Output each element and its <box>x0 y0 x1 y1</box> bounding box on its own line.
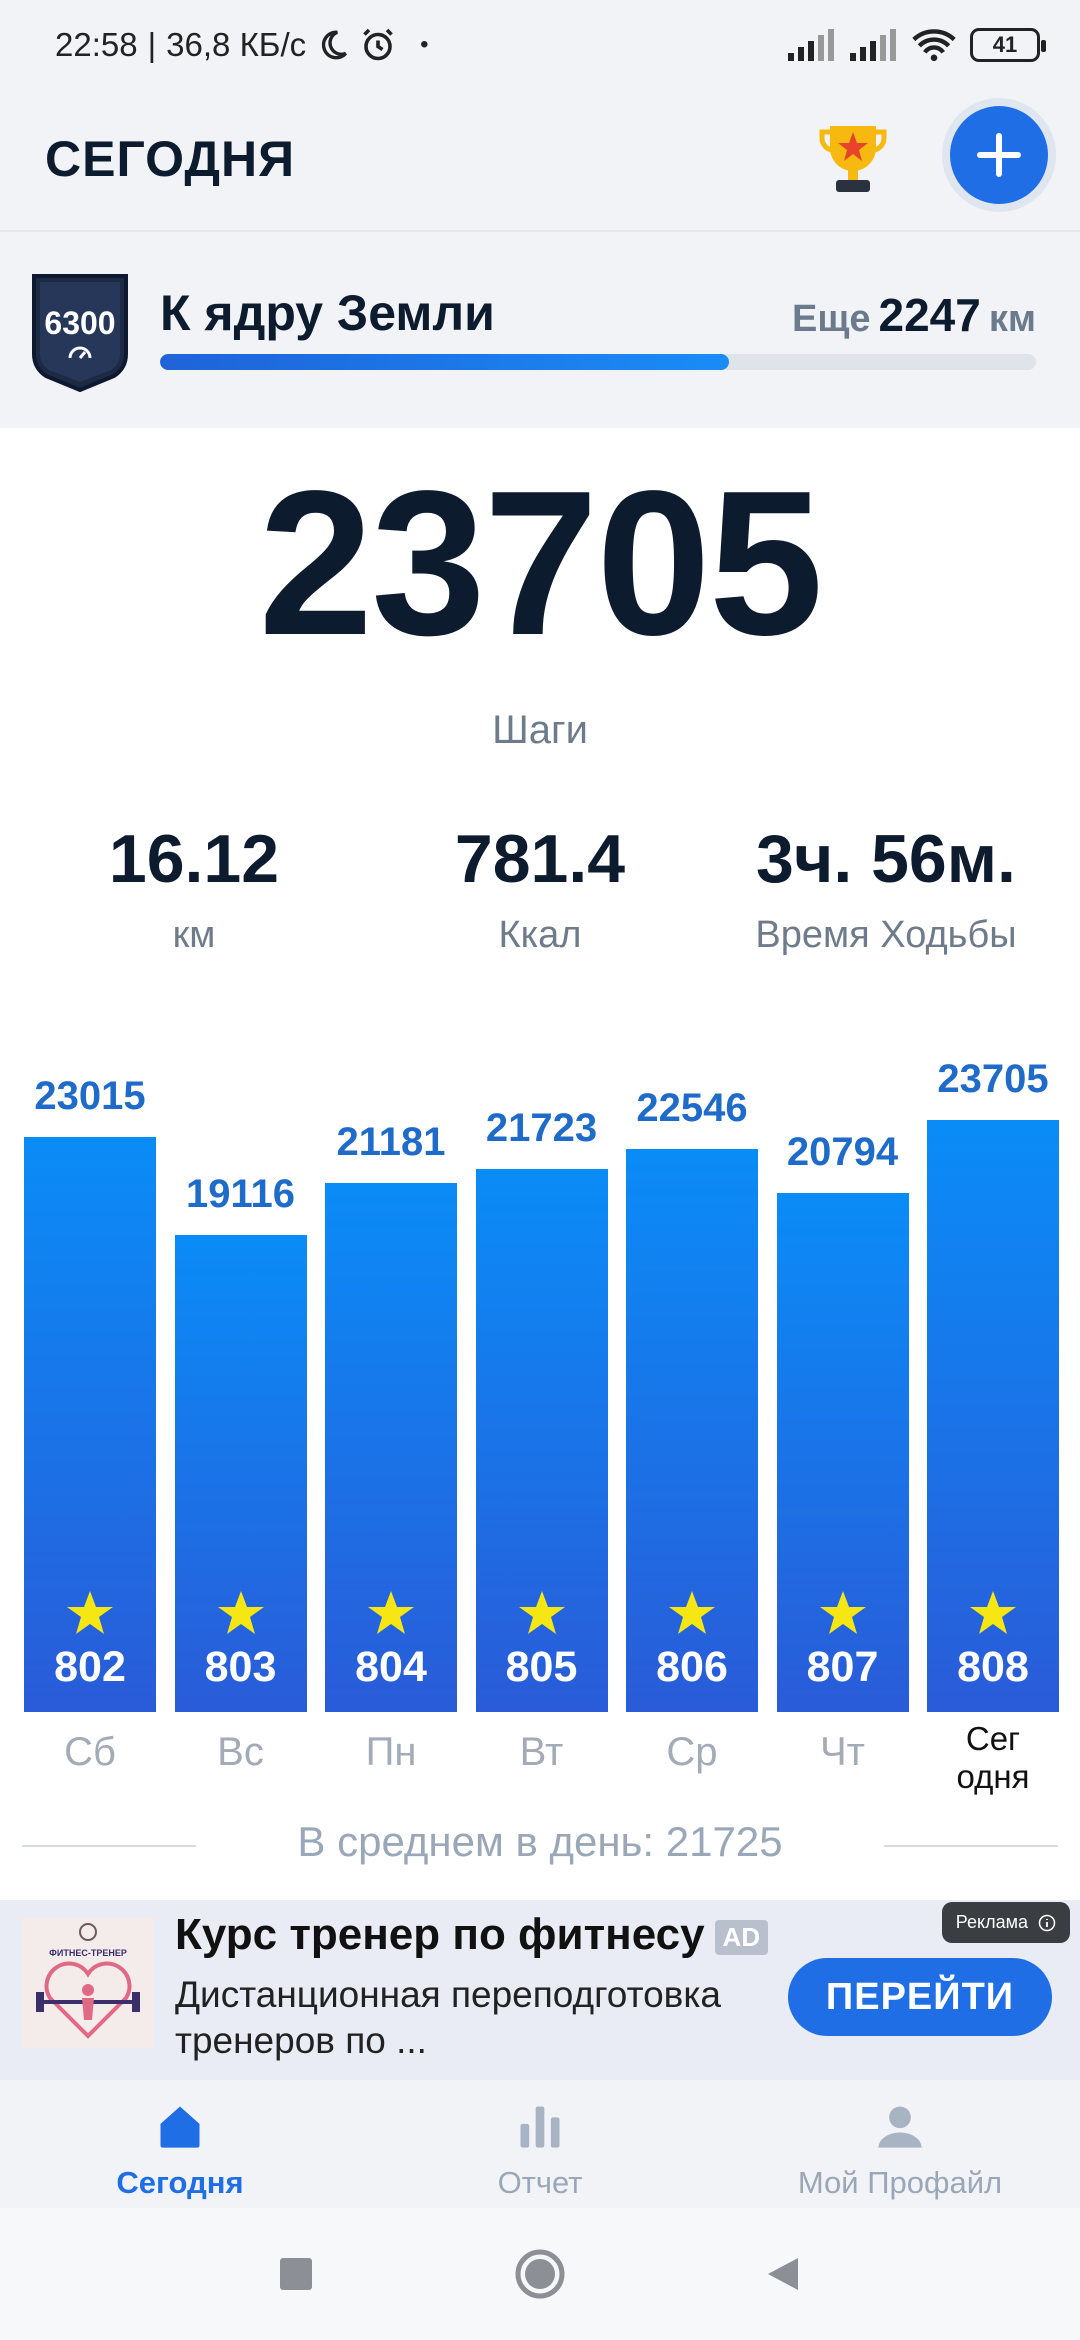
bottom-navigation: Сегодня Отчет Мой Профайл <box>0 2080 1080 2208</box>
bar-star-count: 805 <box>505 1643 578 1691</box>
bar-star-count: 804 <box>355 1643 427 1691</box>
weekly-steps-chart: 23015 802 Сб 19116 803 Вс 21181 804 Пн 21723 805 Вт… <box>0 1030 1080 1810</box>
steps-count: 23705 <box>258 448 824 678</box>
ad-image: ФИТНЕС-ТРЕНЕР <box>22 1918 154 2048</box>
nav-tab-today[interactable]: Сегодня <box>0 2100 360 2201</box>
alarm-icon <box>363 28 393 61</box>
add-button[interactable] <box>950 106 1048 204</box>
ad-label[interactable]: Реклама <box>941 1902 1070 1943</box>
bar-star-count: 808 <box>957 1643 1029 1691</box>
challenge-title: К ядру Земли <box>160 285 495 341</box>
chart-bar-column[interactable]: 21723 805 <box>475 1106 608 1712</box>
signal-icon <box>850 29 896 61</box>
info-icon <box>1038 1914 1056 1931</box>
chart-day-label: Сег одня <box>956 1720 1030 1795</box>
chart-bar-column[interactable]: 21181 804 <box>325 1120 457 1712</box>
chart-day-label: Сб <box>64 1730 116 1774</box>
back-button[interactable] <box>762 2254 802 2294</box>
chart-bar-column[interactable]: 23705 808 <box>927 1057 1059 1712</box>
bar-value-label: 21723 <box>485 1106 598 1150</box>
chart-day-label: Вт <box>519 1730 564 1774</box>
distance-stat: 16.12 км <box>108 821 280 956</box>
home-button[interactable] <box>514 2248 566 2300</box>
home-icon <box>160 2106 200 2148</box>
ad-banner[interactable]: ФИТНЕС-ТРЕНЕР Курс тренер по фитнесу AD Д… <box>0 1900 1080 2080</box>
bar-value-label: 21181 <box>336 1120 446 1164</box>
star-icon <box>819 1591 866 1634</box>
bar-star-count: 802 <box>54 1643 126 1691</box>
system-navigation-bar <box>0 2208 1080 2340</box>
divider <box>884 1845 1058 1847</box>
bar-star-count: 807 <box>806 1643 879 1691</box>
bar-value-label: 22546 <box>636 1086 748 1130</box>
nav-tab-profile[interactable]: Мой Профайл <box>720 2100 1080 2201</box>
profile-icon <box>878 2106 922 2148</box>
plus-icon <box>977 133 1021 177</box>
star-icon <box>67 1591 113 1634</box>
challenge-progress-fill <box>160 354 730 370</box>
ad-cta-button[interactable]: ПЕРЕЙТИ <box>788 1958 1052 2036</box>
star-icon <box>217 1591 264 1634</box>
battery-icon: 41 <box>970 28 1046 62</box>
bar-value-label: 23705 <box>937 1057 1049 1101</box>
app-header: СЕГОДНЯ <box>0 92 1080 232</box>
star-icon <box>669 1591 715 1634</box>
challenge-remaining: Еще 2247 км <box>791 289 1036 341</box>
ad-tag: AD <box>714 1919 769 1955</box>
chart-day-label: Ср <box>666 1730 718 1774</box>
svg-text:ФИТНЕС-ТРЕНЕР: ФИТНЕС-ТРЕНЕР <box>49 1948 127 1958</box>
star-icon <box>518 1591 565 1634</box>
status-bar: 22:58 | 36,8 КБ/с • 41 <box>0 0 1080 92</box>
network-speed: 36,8 КБ/с <box>166 26 307 63</box>
recent-apps-button[interactable] <box>278 2256 314 2292</box>
nav-tab-report[interactable]: Отчет <box>360 2100 720 2201</box>
chart-bar-column[interactable]: 23015 802 <box>24 1074 156 1712</box>
wifi-icon <box>912 29 956 62</box>
moon-icon <box>321 30 348 60</box>
chart-day-label: Чт <box>820 1730 865 1774</box>
star-icon <box>970 1591 1016 1634</box>
chart-day-label: Вс <box>217 1730 264 1774</box>
bar-chart-icon <box>520 2106 560 2148</box>
calories-stat: 781.4 Ккал <box>454 821 626 956</box>
star-icon <box>368 1591 414 1634</box>
ad-title[interactable]: Курс тренер по фитнесу AD <box>175 1910 769 1960</box>
chart-bar-column[interactable]: 20794 807 <box>776 1130 909 1712</box>
steps-label: Шаги <box>492 708 588 752</box>
trophy-icon[interactable] <box>818 120 888 196</box>
chart-bar <box>174 1235 307 1712</box>
chart-day-label: Пн <box>365 1730 417 1774</box>
stats-row: 16.12 км 781.4 Ккал 3ч. 56м. Время Ходьб… <box>0 820 1080 970</box>
bar-value-label: 20794 <box>786 1130 899 1174</box>
challenge-progress-bar <box>160 354 1036 370</box>
bar-value-label: 19116 <box>185 1172 296 1216</box>
signal-icon <box>788 29 834 61</box>
bar-star-count: 803 <box>204 1643 277 1691</box>
chart-bar-column[interactable]: 19116 803 <box>174 1172 307 1712</box>
bar-star-count: 806 <box>656 1643 728 1691</box>
ad-description: Дистанционная переподготовка тренеров по… <box>175 1974 721 2061</box>
bar-value-label: 23015 <box>34 1074 146 1118</box>
daily-average: В среднем в день: 21725 <box>297 1818 783 1865</box>
challenge-badge: 6300 <box>32 274 128 392</box>
challenge-banner[interactable]: 6300 К ядру Земли Еще 2247 км <box>0 232 1080 428</box>
status-time: 22:58 <box>55 26 138 63</box>
page-title: СЕГОДНЯ <box>45 131 296 187</box>
chart-bar-column[interactable]: 22546 806 <box>626 1086 758 1712</box>
svg-text:6300: 6300 <box>44 305 115 341</box>
walking-time-stat: 3ч. 56м. Время Ходьбы <box>755 821 1017 956</box>
